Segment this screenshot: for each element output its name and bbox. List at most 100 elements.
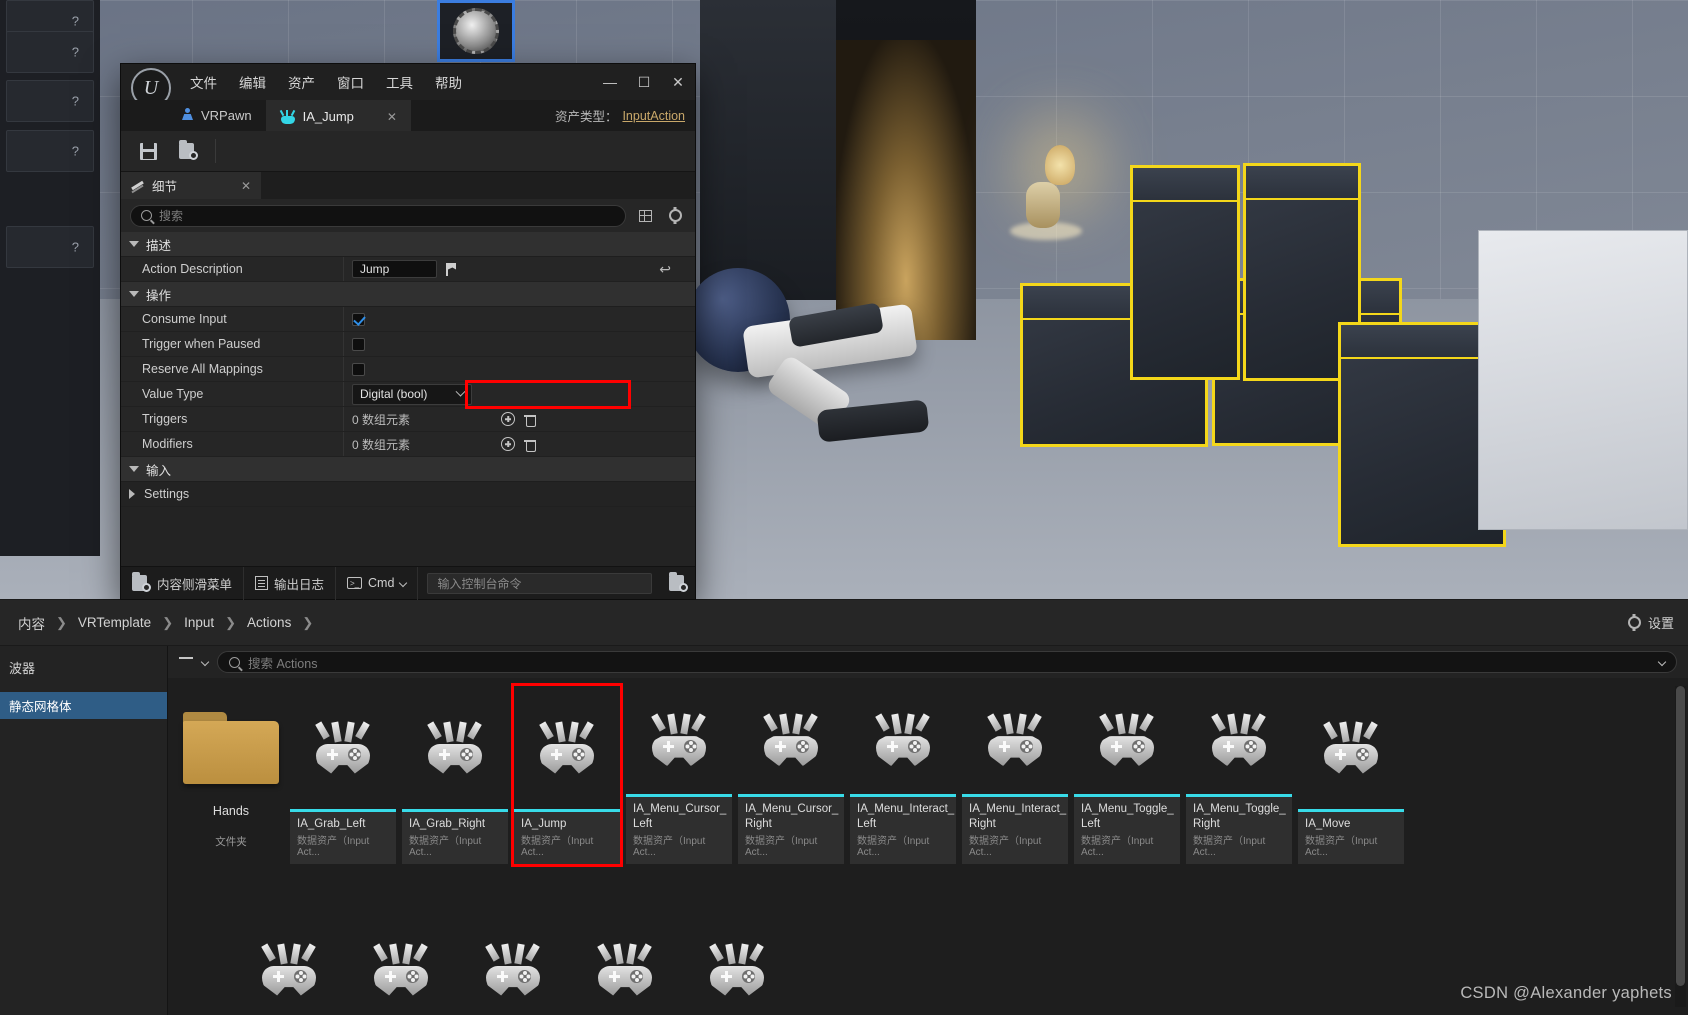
asset-meta: IA_Jump 数据资产（Input Act... xyxy=(514,812,620,864)
column-layout-button[interactable] xyxy=(634,205,656,227)
tab-ia-jump-label: IA_Jump xyxy=(302,109,354,124)
minimize-button[interactable]: — xyxy=(593,64,627,100)
details-settings-button[interactable] xyxy=(664,205,686,227)
content-browser-settings-button[interactable]: 设置 xyxy=(1627,613,1674,632)
row-triggers: Triggers 0 数组元素 xyxy=(121,407,695,432)
asset-tile[interactable]: IA_Menu_Cursor_ Right 数据资产（Input Act... xyxy=(738,686,844,864)
viewport-selected-disc-actor[interactable] xyxy=(437,0,515,62)
cmd-mode-selector[interactable]: >_ Cmd xyxy=(336,566,419,600)
tab-ia-jump[interactable]: IA_Jump ✕ xyxy=(265,100,411,131)
asset-meta: IA_Move 数据资产（Input Act... xyxy=(1298,812,1404,864)
console-command-input[interactable]: 输入控制台命令 xyxy=(427,572,652,594)
asset-search-input[interactable]: 搜索 Actions xyxy=(217,651,1677,673)
breadcrumb-item-content[interactable]: 内容 xyxy=(14,613,49,633)
gear-icon xyxy=(1627,616,1641,629)
clear-modifiers-icon[interactable] xyxy=(524,437,536,452)
close-button[interactable]: ✕ xyxy=(661,64,695,100)
asset-tile[interactable]: IA_Grab_Left 数据资产（Input Act... xyxy=(290,686,396,864)
asset-tile[interactable]: IA_Grab_Right 数据资产（Input Act... xyxy=(402,686,508,864)
asset-tile[interactable]: IA_Menu_Toggle_ Right 数据资产（Input Act... xyxy=(1186,686,1292,864)
details-search-placeholder: 搜索 xyxy=(159,209,184,223)
breadcrumb-item-vrtemplate[interactable]: VRTemplate xyxy=(74,615,155,630)
menu-asset[interactable]: 资产 xyxy=(277,66,326,98)
row-reserve-all-mappings: Reserve All Mappings xyxy=(121,357,695,382)
asset-tab-bar: VRPawn IA_Jump ✕ 资产类型： InputAction xyxy=(121,100,695,131)
tab-vrpawn[interactable]: VRPawn xyxy=(121,100,266,131)
question-icon: ? xyxy=(71,143,79,159)
viewport-left-strip: ? ? ? ? ? xyxy=(0,0,100,556)
consume-input-checkbox[interactable] xyxy=(352,312,365,326)
status-bar-extra-button[interactable] xyxy=(661,567,695,600)
category-input[interactable]: 输入 xyxy=(121,457,695,482)
disc-mesh xyxy=(453,8,499,54)
maximize-button[interactable]: ☐ xyxy=(627,64,661,100)
reserve-all-mappings-checkbox[interactable] xyxy=(352,362,365,376)
chevron-down-icon[interactable] xyxy=(200,657,210,667)
asset-tile[interactable]: IA_Move 数据资产（Input Act... xyxy=(1298,686,1404,864)
viewport-cube-selected[interactable] xyxy=(1130,165,1240,380)
viewport-white-box-prop[interactable] xyxy=(1478,230,1688,530)
reset-to-default-icon[interactable]: ↩ xyxy=(659,261,671,278)
menu-help[interactable]: 帮助 xyxy=(424,66,473,98)
viewport-help-box[interactable]: ? xyxy=(6,31,94,73)
breadcrumb-item-input[interactable]: Input xyxy=(180,615,218,630)
asset-tile[interactable]: IA_Menu_Interact_ Right 数据资产（Input Act..… xyxy=(962,686,1068,864)
input-action-editor-window[interactable]: U 文件 编辑 资产 窗口 工具 帮助 — ☐ ✕ VRPawn IA_Jump… xyxy=(120,63,696,600)
mannequin-figure xyxy=(1026,182,1060,228)
asset-tile[interactable]: IA_Menu_Cursor_ Left 数据资产（Input Act... xyxy=(626,686,732,864)
tab-details[interactable]: 细节 ✕ xyxy=(121,172,261,199)
chevron-down-icon[interactable] xyxy=(1657,657,1667,667)
asset-tile[interactable] xyxy=(348,882,454,1015)
menu-edit[interactable]: 编辑 xyxy=(228,66,277,98)
asset-tile[interactable] xyxy=(684,882,790,1015)
content-drawer-button[interactable]: 内容侧滑菜单 xyxy=(121,566,245,600)
watermark: CSDN @Alexander yaphets xyxy=(1460,984,1672,1002)
row-settings[interactable]: Settings xyxy=(121,482,695,507)
tab-details-label: 细节 xyxy=(152,180,178,194)
save-icon xyxy=(139,142,157,160)
asset-grid-scrollbar[interactable] xyxy=(1675,686,1686,1007)
input-action-gamepad-icon xyxy=(480,942,546,996)
viewport-help-box[interactable]: ? xyxy=(6,226,94,268)
details-tab-close-icon[interactable]: ✕ xyxy=(241,179,251,193)
menu-tools[interactable]: 工具 xyxy=(375,66,424,98)
scrollbar-thumb[interactable] xyxy=(1676,686,1685,986)
trigger-when-paused-checkbox[interactable] xyxy=(352,337,365,351)
sidebar-item-static-mesh[interactable]: 静态网格体 xyxy=(0,692,167,719)
save-button[interactable] xyxy=(131,136,165,167)
asset-tile[interactable] xyxy=(460,882,566,1015)
filter-icon[interactable] xyxy=(179,656,193,668)
value-type-dropdown[interactable]: Digital (bool) xyxy=(352,383,472,405)
asset-type-link[interactable]: InputAction xyxy=(622,109,685,123)
chevron-right-icon: ❯ xyxy=(162,614,174,630)
folder-tile-hands[interactable]: Hands 文件夹 xyxy=(178,686,284,864)
browse-to-asset-button[interactable] xyxy=(171,136,205,167)
flag-icon[interactable] xyxy=(446,262,457,276)
asset-tile-selected-ia-jump[interactable]: IA_Jump 数据资产（Input Act... xyxy=(511,683,623,867)
asset-tile[interactable]: IA_Menu_Interact_ Left 数据资产（Input Act... xyxy=(850,686,956,864)
breadcrumb-item-actions[interactable]: Actions xyxy=(243,615,295,630)
output-log-button[interactable]: 输出日志 xyxy=(244,566,337,600)
input-action-gamepad-icon xyxy=(422,720,488,774)
asset-tile[interactable] xyxy=(236,882,342,1015)
menu-window[interactable]: 窗口 xyxy=(326,66,375,98)
viewport-help-box[interactable]: ? xyxy=(6,130,94,172)
menu-file[interactable]: 文件 xyxy=(179,66,228,98)
viewport-help-box[interactable]: ? xyxy=(6,80,94,122)
asset-thumbnail xyxy=(684,882,790,1015)
action-description-input[interactable]: Jump xyxy=(352,260,437,278)
add-modifiers-element-icon[interactable] xyxy=(501,437,515,451)
tab-close-icon[interactable]: ✕ xyxy=(387,110,397,124)
add-triggers-element-icon[interactable] xyxy=(501,412,515,426)
details-search-input[interactable]: 搜索 xyxy=(130,204,626,227)
asset-subtitle: 数据资产（Input Act... xyxy=(1186,832,1292,864)
reserve-all-mappings-label: Reserve All Mappings xyxy=(142,362,263,376)
asset-tile[interactable]: IA_Menu_Toggle_ Left 数据资产（Input Act... xyxy=(1074,686,1180,864)
chevron-down-icon xyxy=(399,578,408,588)
asset-name: IA_Move xyxy=(1298,812,1404,832)
chevron-right-icon: ❯ xyxy=(225,614,237,630)
category-description[interactable]: 描述 xyxy=(121,232,695,257)
category-action[interactable]: 操作 xyxy=(121,282,695,307)
asset-tile[interactable] xyxy=(572,882,678,1015)
clear-triggers-icon[interactable] xyxy=(524,412,536,427)
